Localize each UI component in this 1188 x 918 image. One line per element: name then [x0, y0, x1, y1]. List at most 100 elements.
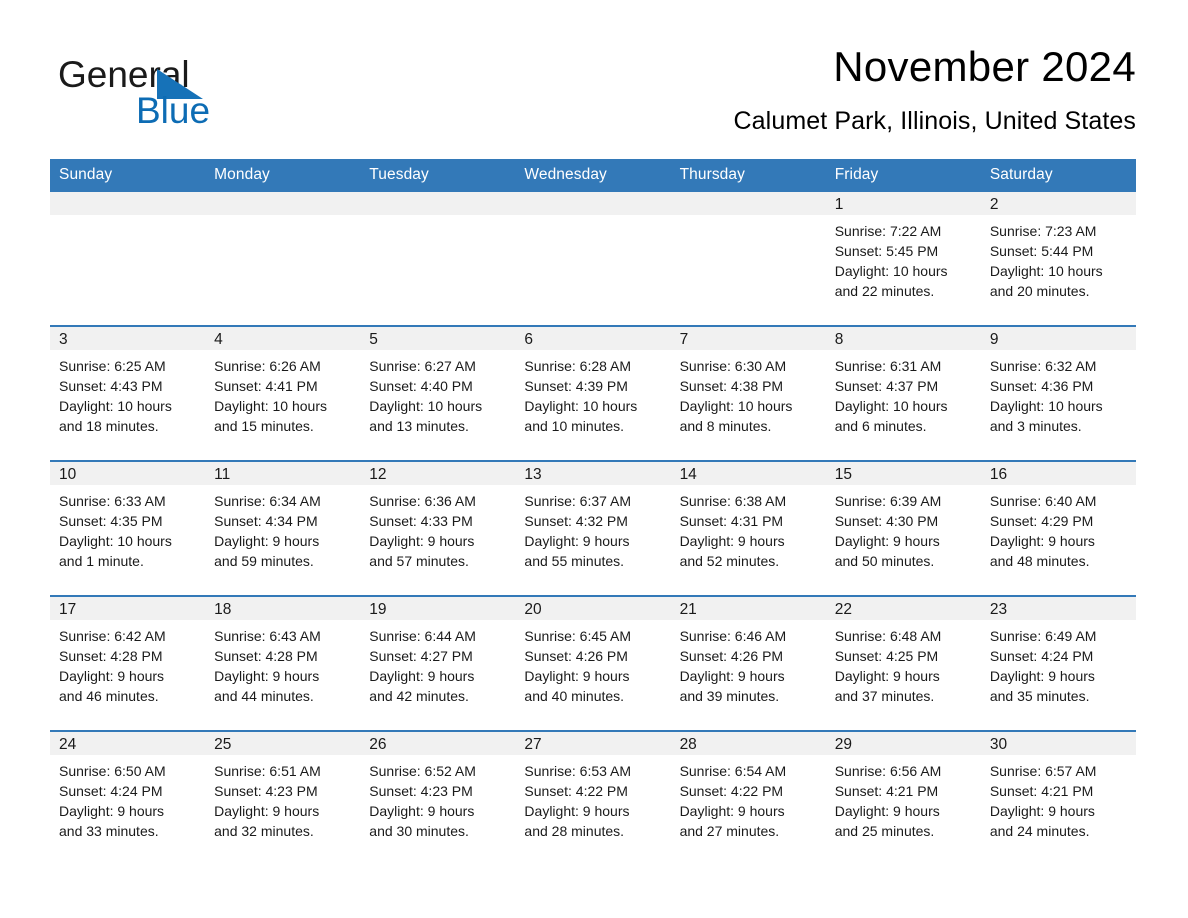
calendar-day-cell[interactable]: 10 Sunrise: 6:33 AM Sunset: 4:35 PM Dayligh… [50, 460, 206, 596]
day-number: 23 [980, 597, 1136, 620]
day-details [671, 215, 826, 221]
day-detail-line: Sunrise: 6:32 AM [989, 358, 1097, 374]
calendar-day-cell-empty [670, 192, 826, 326]
day-number: 15 [825, 462, 981, 485]
day-detail-line: Sunset: 4:23 PM [214, 783, 318, 799]
calendar-day-cell[interactable]: 29 Sunrise: 6:56 AM Sunset: 4:21 PM Dayligh… [825, 730, 981, 865]
calendar-day-cell[interactable]: 20 Sunrise: 6:45 AM Sunset: 4:26 PM Dayligh… [515, 595, 671, 731]
calendar-day-cell[interactable]: 17 Sunrise: 6:42 AM Sunset: 4:28 PM Dayligh… [50, 595, 206, 731]
day-number: 11 [205, 462, 361, 485]
title-block: November 2024 Calumet Park, Illinois, Un… [436, 42, 1136, 136]
page-title: November 2024 [833, 43, 1136, 90]
calendar-day-cell[interactable]: 23 Sunrise: 6:49 AM Sunset: 4:24 PM Dayligh… [980, 595, 1136, 731]
day-detail-line: and 20 minutes. [989, 283, 1090, 299]
calendar-day-cell[interactable]: 12 Sunrise: 6:36 AM Sunset: 4:33 PM Dayligh… [360, 460, 516, 596]
calendar-day-cell[interactable]: 3 Sunrise: 6:25 AM Sunset: 4:43 PM Daylight… [50, 325, 206, 461]
day-detail-line: and 52 minutes. [679, 553, 780, 569]
day-number: 26 [360, 732, 516, 755]
calendar-day-cell[interactable]: 5 Sunrise: 6:27 AM Sunset: 4:40 PM Daylight… [360, 325, 516, 461]
day-detail-line: Daylight: 10 hours [369, 398, 483, 414]
calendar-day-cell[interactable]: 28 Sunrise: 6:54 AM Sunset: 4:22 PM Dayligh… [670, 730, 826, 865]
day-number: 24 [50, 732, 206, 755]
day-detail-line: Sunset: 4:40 PM [369, 378, 473, 394]
day-details [515, 215, 670, 221]
day-detail-line: Daylight: 9 hours [214, 803, 320, 819]
day-detail-line: and 55 minutes. [524, 553, 625, 569]
day-details: Sunrise: 6:31 AM Sunset: 4:37 PM Daylight:… [826, 350, 981, 436]
location-subtitle: Calumet Park, Illinois, United States [733, 107, 1136, 135]
day-details: Sunrise: 6:46 AM Sunset: 4:26 PM Daylight:… [671, 620, 826, 706]
calendar-week-row: 17 Sunrise: 6:42 AM Sunset: 4:28 PM Dayligh… [50, 595, 1136, 731]
general-blue-logo[interactable]: General Blue [58, 54, 298, 134]
day-detail-line: Daylight: 10 hours [834, 398, 948, 414]
day-detail-line: Daylight: 10 hours [214, 398, 327, 414]
calendar-day-cell[interactable]: 2 Sunrise: 7:23 AM Sunset: 5:44 PM Daylight… [980, 192, 1136, 326]
day-detail-line: Daylight: 10 hours [524, 398, 638, 414]
calendar-day-cell[interactable]: 4 Sunrise: 6:26 AM Sunset: 4:41 PM Daylight… [205, 325, 361, 461]
calendar-week-row: 1 Sunrise: 7:22 AM Sunset: 5:45 PM Daylight… [50, 192, 1136, 326]
day-details: Sunrise: 6:56 AM Sunset: 4:21 PM Daylight:… [826, 755, 981, 841]
calendar-day-cell[interactable]: 7 Sunrise: 6:30 AM Sunset: 4:38 PM Daylight… [670, 325, 826, 461]
calendar-day-cell[interactable]: 30 Sunrise: 6:57 AM Sunset: 4:21 PM Dayligh… [980, 730, 1136, 865]
calendar-day-cell[interactable]: 21 Sunrise: 6:46 AM Sunset: 4:26 PM Dayligh… [670, 595, 826, 731]
calendar-day-cell[interactable]: 14 Sunrise: 6:38 AM Sunset: 4:31 PM Dayligh… [670, 460, 826, 596]
day-detail-line: Sunset: 4:30 PM [834, 513, 939, 529]
calendar-day-cell[interactable]: 6 Sunrise: 6:28 AM Sunset: 4:39 PM Daylight… [515, 325, 671, 461]
day-detail-line: Sunset: 4:22 PM [679, 783, 784, 799]
day-detail-line: Sunset: 4:39 PM [524, 378, 628, 394]
weekday-header-saturday: Saturday [980, 159, 1136, 192]
weekday-header-wednesday: Wednesday [515, 159, 671, 192]
day-detail-line: Sunset: 4:41 PM [214, 378, 318, 394]
calendar-week-row: 3 Sunrise: 6:25 AM Sunset: 4:43 PM Daylight… [50, 325, 1136, 461]
day-detail-line: and 8 minutes. [679, 418, 772, 434]
calendar-day-cell[interactable]: 15 Sunrise: 6:39 AM Sunset: 4:30 PM Dayligh… [825, 460, 981, 596]
day-detail-line: Sunrise: 6:46 AM [679, 628, 787, 644]
calendar-day-cell[interactable]: 22 Sunrise: 6:48 AM Sunset: 4:25 PM Dayligh… [825, 595, 981, 731]
day-number: 18 [205, 597, 361, 620]
day-detail-line: Sunrise: 6:27 AM [369, 358, 476, 374]
calendar-day-cell[interactable]: 18 Sunrise: 6:43 AM Sunset: 4:28 PM Dayligh… [205, 595, 361, 731]
day-details: Sunrise: 6:49 AM Sunset: 4:24 PM Daylight:… [981, 620, 1136, 706]
calendar-day-cell[interactable]: 8 Sunrise: 6:31 AM Sunset: 4:37 PM Daylight… [825, 325, 981, 461]
day-details [50, 215, 205, 221]
weekday-header-thursday: Thursday [670, 159, 826, 192]
day-detail-line: and 50 minutes. [834, 553, 935, 569]
day-detail-line: Sunset: 4:23 PM [369, 783, 473, 799]
calendar-body: 1 Sunrise: 7:22 AM Sunset: 5:45 PM Daylight… [50, 192, 1136, 865]
calendar-day-cell[interactable]: 19 Sunrise: 6:44 AM Sunset: 4:27 PM Dayligh… [360, 595, 516, 731]
calendar-day-cell[interactable]: 9 Sunrise: 6:32 AM Sunset: 4:36 PM Daylight… [980, 325, 1136, 461]
day-detail-line: and 57 minutes. [369, 553, 469, 569]
calendar-day-cell[interactable]: 27 Sunrise: 6:53 AM Sunset: 4:22 PM Dayligh… [515, 730, 671, 865]
day-number: 6 [515, 327, 671, 350]
day-details: Sunrise: 6:30 AM Sunset: 4:38 PM Daylight:… [671, 350, 826, 436]
day-detail-line: Sunset: 4:43 PM [59, 378, 163, 394]
calendar-page: General Blue November 2024 Calumet Park,… [0, 0, 1188, 918]
calendar-day-cell[interactable]: 13 Sunrise: 6:37 AM Sunset: 4:32 PM Dayligh… [515, 460, 671, 596]
day-details: Sunrise: 6:44 AM Sunset: 4:27 PM Daylight:… [360, 620, 515, 706]
calendar-day-cell[interactable]: 24 Sunrise: 6:50 AM Sunset: 4:24 PM Dayligh… [50, 730, 206, 865]
calendar-day-cell[interactable]: 1 Sunrise: 7:22 AM Sunset: 5:45 PM Daylight… [825, 192, 981, 326]
day-detail-line: Sunset: 4:27 PM [369, 648, 473, 664]
calendar-day-cell[interactable]: 26 Sunrise: 6:52 AM Sunset: 4:23 PM Dayligh… [360, 730, 516, 865]
day-detail-line: Daylight: 9 hours [989, 533, 1095, 549]
day-details: Sunrise: 6:36 AM Sunset: 4:33 PM Daylight:… [360, 485, 515, 571]
day-detail-line: Daylight: 9 hours [989, 668, 1095, 684]
day-detail-line: Sunset: 4:29 PM [989, 513, 1094, 529]
day-number: 7 [670, 327, 826, 350]
day-number: 20 [515, 597, 671, 620]
calendar-day-cell[interactable]: 11 Sunrise: 6:34 AM Sunset: 4:34 PM Dayligh… [205, 460, 361, 596]
day-details: Sunrise: 6:34 AM Sunset: 4:34 PM Daylight:… [205, 485, 360, 571]
calendar-grid: Sunday Monday Tuesday Wednesday Thursday Frid… [50, 159, 1136, 865]
day-details: Sunrise: 6:42 AM Sunset: 4:28 PM Daylight:… [50, 620, 205, 706]
day-detail-line: Sunset: 4:28 PM [214, 648, 318, 664]
day-detail-line: Sunset: 4:21 PM [989, 783, 1094, 799]
weekday-header-tuesday: Tuesday [360, 159, 516, 192]
day-detail-line: Sunset: 4:34 PM [214, 513, 318, 529]
calendar-day-cell[interactable]: 25 Sunrise: 6:51 AM Sunset: 4:23 PM Dayligh… [205, 730, 361, 865]
day-details: Sunrise: 6:54 AM Sunset: 4:22 PM Daylight:… [671, 755, 826, 841]
day-detail-line: Sunset: 4:26 PM [524, 648, 628, 664]
calendar-day-cell[interactable]: 16 Sunrise: 6:40 AM Sunset: 4:29 PM Dayligh… [980, 460, 1136, 596]
day-detail-line: and 3 minutes. [989, 418, 1082, 434]
day-detail-line: Sunset: 4:37 PM [834, 378, 939, 394]
day-number: 25 [205, 732, 361, 755]
